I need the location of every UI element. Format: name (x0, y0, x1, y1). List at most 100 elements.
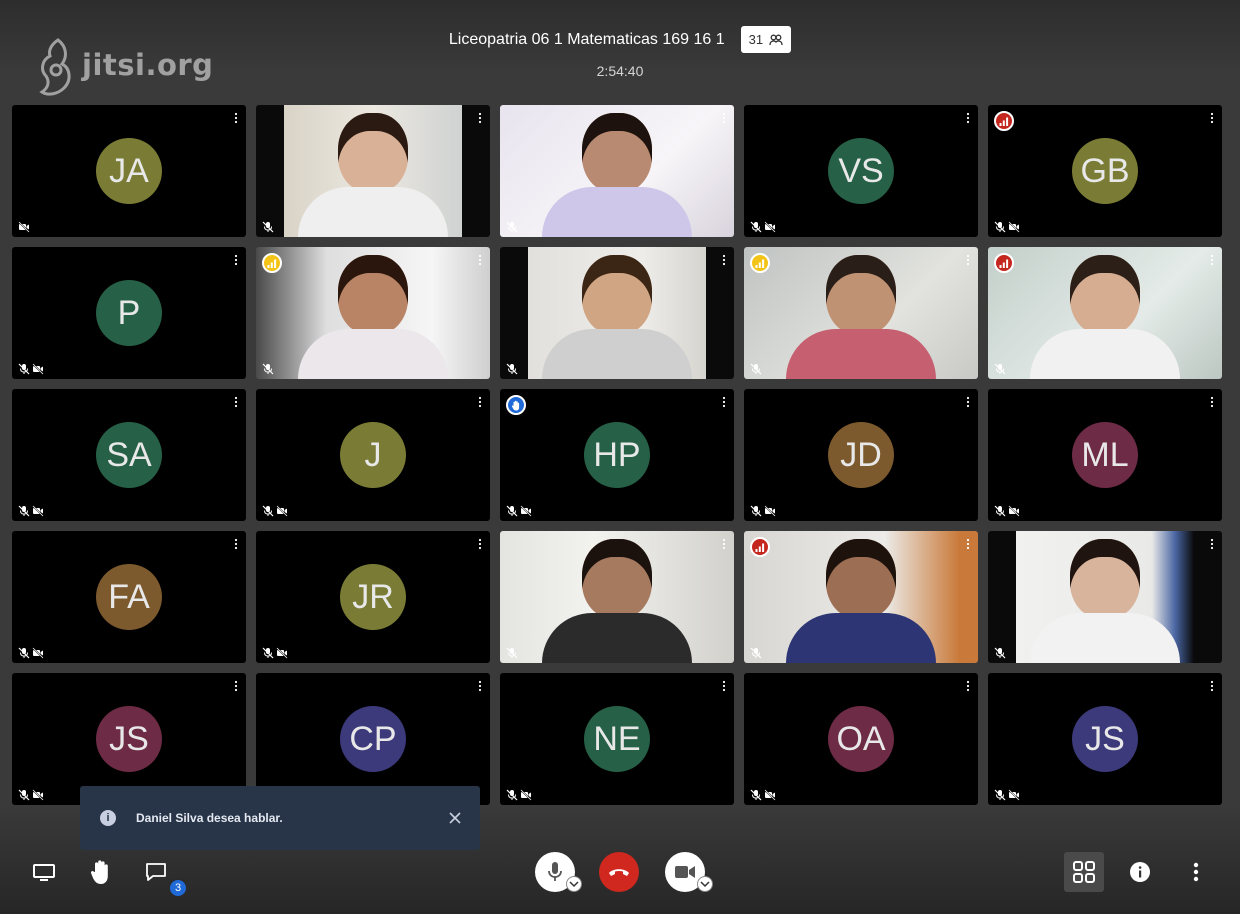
tile-menu-icon[interactable] (964, 537, 972, 551)
participant-tile[interactable] (500, 531, 734, 663)
connection-fair-indicator[interactable] (750, 253, 770, 273)
participant-avatar: JD (828, 422, 894, 488)
participants-count-button[interactable]: 31 (740, 26, 792, 53)
participant-video (542, 113, 692, 237)
tile-menu-icon[interactable] (1208, 679, 1216, 693)
avatar-initials: FA (108, 577, 150, 616)
tile-menu-icon[interactable] (232, 253, 240, 267)
participant-tile[interactable] (988, 531, 1222, 663)
participant-tile[interactable]: HP (500, 389, 734, 521)
tile-menu-icon[interactable] (720, 395, 728, 409)
tile-menu-icon[interactable] (1208, 537, 1216, 551)
mic-muted-icon (506, 789, 518, 801)
tile-menu-icon[interactable] (476, 111, 484, 125)
camera-off-icon (1008, 505, 1020, 517)
tile-menu-icon[interactable] (476, 395, 484, 409)
signal-bars-icon (755, 543, 765, 552)
avatar-initials: GB (1080, 151, 1130, 190)
video-settings-caret[interactable] (697, 876, 713, 892)
participant-tile[interactable]: ML (988, 389, 1222, 521)
tile-menu-icon[interactable] (964, 111, 972, 125)
chat-button[interactable] (142, 858, 170, 886)
participant-tile[interactable] (256, 105, 490, 237)
participant-tile[interactable]: FA (12, 531, 246, 663)
participant-tile[interactable]: JD (744, 389, 978, 521)
camera-off-icon (32, 363, 44, 375)
screen-share-icon (33, 864, 55, 881)
info-button[interactable] (1128, 860, 1152, 884)
tile-menu-icon[interactable] (476, 679, 484, 693)
tile-status-icons (18, 647, 44, 659)
raised-hand-indicator (506, 395, 526, 415)
tile-menu-icon[interactable] (1208, 253, 1216, 267)
screen-share-button[interactable] (28, 858, 60, 886)
camera-off-icon (276, 505, 288, 517)
participant-video (1030, 255, 1180, 379)
participant-tile[interactable]: JR (256, 531, 490, 663)
participant-tile[interactable]: JA (12, 105, 246, 237)
participant-tile[interactable] (500, 247, 734, 379)
raise-hand-button[interactable] (86, 856, 116, 888)
tile-status-icons (750, 221, 776, 233)
tile-menu-icon[interactable] (964, 679, 972, 693)
tile-menu-icon[interactable] (964, 253, 972, 267)
tile-menu-icon[interactable] (1208, 395, 1216, 409)
connection-poor-indicator[interactable] (994, 253, 1014, 273)
participant-tile[interactable] (500, 105, 734, 237)
tile-menu-icon[interactable] (232, 111, 240, 125)
camera-off-icon (32, 789, 44, 801)
camera-off-icon (1008, 221, 1020, 233)
participant-tile[interactable]: OA (744, 673, 978, 805)
tile-menu-icon[interactable] (476, 253, 484, 267)
mic-muted-icon (994, 363, 1006, 375)
tile-menu-icon[interactable] (720, 253, 728, 267)
tile-status-icons (18, 789, 44, 801)
connection-fair-indicator[interactable] (262, 253, 282, 273)
tile-view-icon (1073, 861, 1095, 883)
camera-off-icon (18, 221, 30, 233)
participant-tile[interactable]: VS (744, 105, 978, 237)
more-options-button[interactable] (1184, 860, 1208, 884)
tile-status-icons (18, 363, 44, 375)
hangup-button[interactable] (599, 852, 639, 892)
participant-tile[interactable] (744, 531, 978, 663)
participant-avatar: JS (96, 706, 162, 772)
participant-tile[interactable]: GB (988, 105, 1222, 237)
mic-muted-icon (18, 505, 30, 517)
participant-tile[interactable] (988, 247, 1222, 379)
tile-status-icons (506, 789, 532, 801)
avatar-initials: NE (593, 719, 641, 758)
mic-muted-icon (750, 505, 762, 517)
participant-tile[interactable]: NE (500, 673, 734, 805)
tile-menu-icon[interactable] (232, 537, 240, 551)
participant-video (786, 539, 936, 663)
tile-menu-icon[interactable] (720, 679, 728, 693)
tile-menu-icon[interactable] (1208, 111, 1216, 125)
signal-bars-icon (755, 259, 765, 268)
tile-menu-icon[interactable] (476, 537, 484, 551)
audio-settings-caret[interactable] (566, 876, 582, 892)
connection-poor-indicator[interactable] (750, 537, 770, 557)
tile-view-button[interactable] (1064, 852, 1104, 892)
camera-off-icon (764, 505, 776, 517)
participant-avatar: JR (340, 564, 406, 630)
participant-tile[interactable]: J (256, 389, 490, 521)
connection-poor-indicator[interactable] (994, 111, 1014, 131)
participant-tile[interactable]: P (12, 247, 246, 379)
info-icon: i (100, 810, 116, 826)
participant-tile[interactable]: SA (12, 389, 246, 521)
participant-video (542, 255, 692, 379)
close-icon[interactable] (448, 811, 462, 825)
tile-menu-icon[interactable] (720, 111, 728, 125)
tile-menu-icon[interactable] (720, 537, 728, 551)
participant-tile[interactable] (744, 247, 978, 379)
avatar-initials: J (364, 435, 382, 474)
mic-muted-icon (262, 505, 274, 517)
tile-menu-icon[interactable] (232, 395, 240, 409)
tile-menu-icon[interactable] (964, 395, 972, 409)
tile-menu-icon[interactable] (232, 679, 240, 693)
participant-tile[interactable]: JS (988, 673, 1222, 805)
signal-bars-icon (267, 259, 277, 268)
participant-tile[interactable] (256, 247, 490, 379)
participant-video (298, 255, 448, 379)
